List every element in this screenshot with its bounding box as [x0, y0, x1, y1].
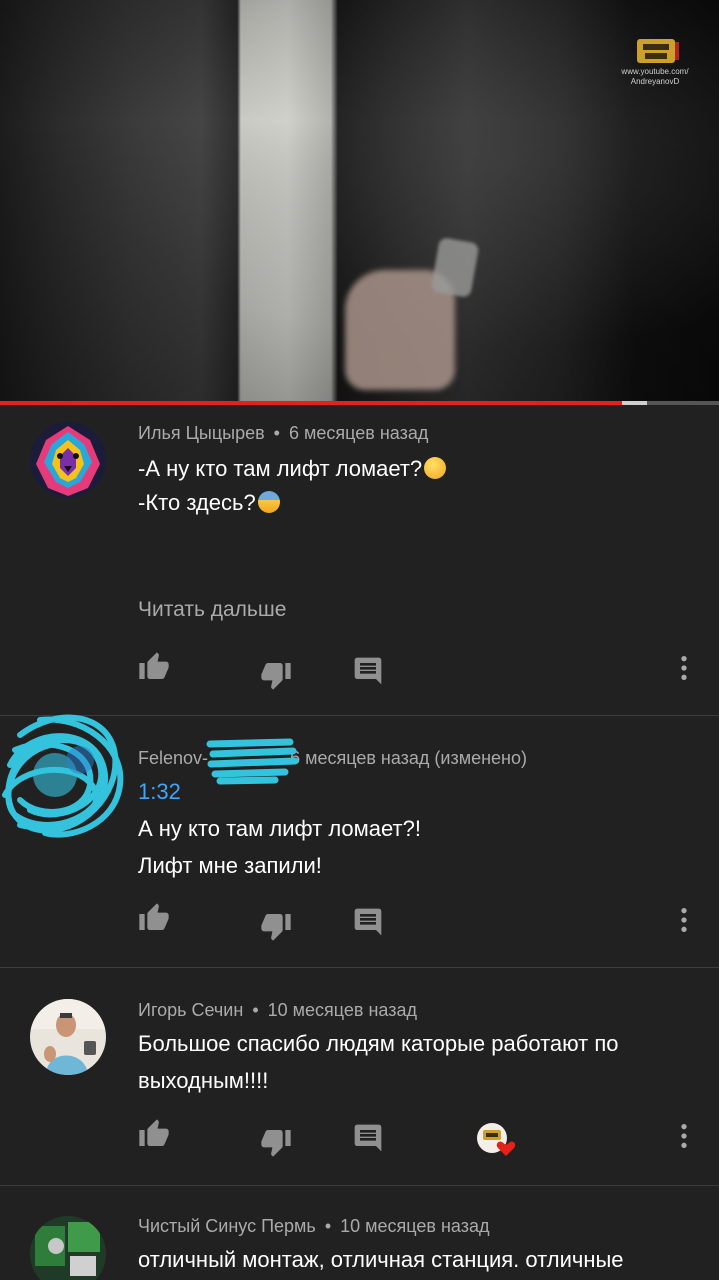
comment-divider	[0, 1185, 719, 1186]
video-progress-bar[interactable]	[0, 401, 719, 405]
comment-divider	[0, 967, 719, 968]
reply-icon	[354, 908, 382, 936]
comment-time: 6 месяцев назад (изменено)	[290, 748, 527, 768]
comment-line: А ну кто там лифт ломает?!	[138, 816, 421, 841]
meta-separator: •	[252, 1000, 259, 1020]
video-player[interactable]: www.youtube.com/ AndreyanovD	[0, 0, 719, 402]
fearful-emoji-icon	[257, 491, 280, 513]
channel-watermark-logo	[637, 39, 679, 63]
meta-separator: •	[324, 1216, 332, 1236]
more-icon	[681, 656, 687, 680]
comment-time: 10 месяцев назад	[340, 1216, 490, 1236]
comment-text: Большое спасибо людям каторые работают п…	[138, 1027, 619, 1098]
dislike-icon	[261, 1130, 291, 1157]
like-button[interactable]	[138, 1118, 170, 1150]
more-icon	[681, 1124, 687, 1148]
dislike-icon	[261, 663, 291, 690]
progress-played	[0, 401, 622, 405]
comment-text: -А ну кто там лифт ломает? -Кто здесь?	[138, 452, 447, 520]
comment-line: отличный монтаж, отличная станция. отлич…	[138, 1247, 624, 1272]
dislike-icon	[261, 914, 291, 941]
comment-line: -Кто здесь?	[138, 490, 256, 515]
avatar[interactable]	[30, 422, 106, 498]
avatar[interactable]	[30, 999, 106, 1075]
like-button[interactable]	[138, 902, 170, 934]
reply-button[interactable]	[352, 906, 384, 938]
creator-heart-badge	[476, 1122, 516, 1158]
comment-line: -А ну кто там лифт ломает?	[138, 456, 423, 481]
comment-text: А ну кто там лифт ломает?! Лифт мне запи…	[138, 812, 421, 883]
avatar[interactable]	[30, 1216, 106, 1280]
comment-time: 10 месяцев назад	[267, 1000, 417, 1020]
progress-buffered	[622, 401, 647, 405]
angry-emoji-icon	[424, 457, 447, 479]
dislike-button[interactable]	[260, 659, 292, 691]
meta-separator: •	[273, 423, 280, 443]
more-icon	[681, 908, 687, 932]
redaction-scribble-name	[206, 738, 299, 785]
like-icon	[139, 652, 169, 679]
creator-heart-icon	[477, 1123, 516, 1156]
like-button[interactable]	[138, 651, 170, 683]
comment-meta: Игорь Сечин • 10 месяцев назад	[138, 1000, 417, 1021]
comment-line: выходным!!!!	[138, 1068, 269, 1093]
comment-text: отличный монтаж, отличная станция. отлич…	[138, 1243, 624, 1277]
comment-meta: Felenov- 6 месяцев назад (изменено)	[138, 748, 527, 769]
comment-meta: Илья Цыцырев • 6 месяцев назад	[138, 423, 428, 444]
comment-line: Лифт мне запили!	[138, 853, 322, 878]
like-icon	[139, 903, 169, 930]
more-options-button[interactable]	[668, 1120, 700, 1152]
comment-author[interactable]: Felenov-	[138, 748, 208, 768]
more-options-button[interactable]	[668, 652, 700, 684]
comment-meta: Чистый Синус Пермь • 10 месяцев назад	[138, 1216, 490, 1237]
read-more-link[interactable]: Читать дальше	[138, 598, 286, 622]
comment-author[interactable]: Илья Цыцырев	[138, 423, 265, 443]
comment-time: 6 месяцев назад	[289, 423, 429, 443]
dislike-button[interactable]	[260, 1126, 292, 1158]
comment-author[interactable]: Игорь Сечин	[138, 1000, 243, 1020]
video-timestamp-link[interactable]: 1:32	[138, 779, 181, 805]
reply-button[interactable]	[352, 655, 384, 687]
channel-watermark-text: www.youtube.com/ AndreyanovD	[600, 67, 710, 87]
redaction-scribble	[2, 714, 124, 838]
comment-author[interactable]: Чистый Синус Пермь	[138, 1216, 316, 1236]
reply-icon	[354, 657, 382, 685]
reply-button[interactable]	[352, 1122, 384, 1154]
like-icon	[139, 1119, 169, 1146]
comment-line: Большое спасибо людям каторые работают п…	[138, 1031, 619, 1056]
reply-icon	[354, 1124, 382, 1152]
watermark-channel: AndreyanovD	[630, 77, 680, 86]
dislike-button[interactable]	[260, 910, 292, 942]
more-options-button[interactable]	[668, 904, 700, 936]
watermark-url: www.youtube.com/	[621, 67, 689, 76]
